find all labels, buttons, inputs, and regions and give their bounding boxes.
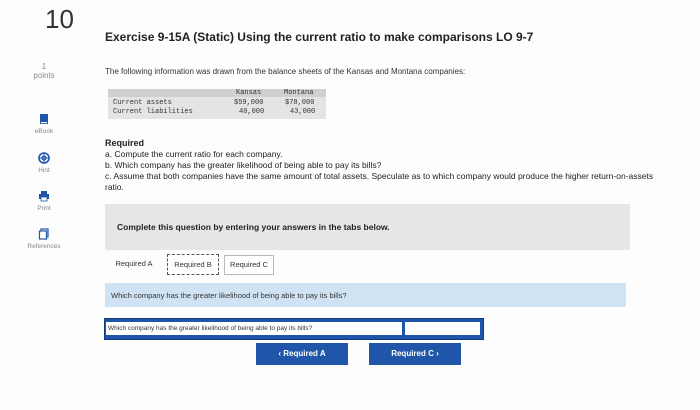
tab-required-a[interactable]: Required A: [109, 254, 159, 274]
chevron-right-icon: ›: [436, 349, 439, 358]
printer-icon: [39, 191, 49, 202]
required-c-text: c. Assume that both companies have the s…: [105, 171, 654, 192]
hint-label: Hint: [38, 167, 50, 174]
documents-icon: [38, 228, 49, 240]
cell-kansas-assets: $59,000: [234, 99, 264, 107]
required-b-text: b. Which company has the greater likelih…: [105, 160, 382, 170]
question-bar: Which company has the greater likelihood…: [105, 283, 626, 307]
prev-button[interactable]: ‹ Required A: [256, 343, 348, 365]
intro-text: The following information was drawn from…: [105, 67, 466, 76]
column-header-kansas: Kansas: [236, 89, 262, 97]
references-button[interactable]: References: [22, 228, 66, 250]
hint-button[interactable]: Hint: [22, 152, 66, 174]
row-label-current-assets: Current assets: [113, 99, 172, 107]
next-button[interactable]: Required C ›: [369, 343, 461, 365]
answer-label: Which company has the greater likelihood…: [106, 322, 402, 335]
lifebuoy-icon: [38, 152, 50, 164]
required-a-text: a. Compute the current ratio for each co…: [105, 149, 283, 159]
answer-input[interactable]: [405, 322, 480, 335]
print-button[interactable]: Print: [22, 190, 66, 212]
points-indicator: 1 points: [22, 62, 66, 80]
cell-kansas-liabilities: 40,000: [239, 108, 265, 116]
instruction-panel: Complete this question by entering your …: [105, 204, 630, 250]
points-label: points: [33, 71, 55, 80]
balance-table: Kansas Montana Current assets $59,000 $7…: [108, 89, 326, 119]
next-button-label: Required C: [391, 349, 434, 358]
required-heading: Required: [105, 138, 145, 148]
points-value: 1: [41, 62, 47, 71]
ebook-button[interactable]: eBook: [22, 113, 66, 135]
chevron-left-icon: ‹: [278, 349, 282, 358]
instruction-text: Complete this question by entering your …: [117, 222, 390, 232]
tab-required-c[interactable]: Required C: [224, 255, 274, 275]
ebook-label: eBook: [34, 128, 54, 135]
required-section: Required a. Compute the current ratio fo…: [105, 138, 665, 193]
question-text: Which company has the greater likelihood…: [111, 291, 347, 300]
tab-required-b[interactable]: Required B: [167, 254, 219, 275]
column-header-montana: Montana: [284, 89, 314, 97]
cell-montana-assets: $78,000: [285, 99, 315, 107]
cell-montana-liabilities: 43,000: [290, 108, 316, 116]
exercise-title: Exercise 9-15A (Static) Using the curren…: [105, 30, 534, 44]
row-label-current-liabilities: Current liabilities: [113, 108, 193, 116]
question-number: 10: [45, 4, 74, 34]
tab-required-b-label: Required B: [174, 260, 212, 269]
references-label: References: [27, 243, 61, 250]
print-label: Print: [37, 205, 51, 212]
prev-button-label: Required A: [283, 349, 326, 358]
book-icon: [40, 114, 48, 124]
answer-row: Which company has the greater likelihood…: [104, 318, 484, 340]
